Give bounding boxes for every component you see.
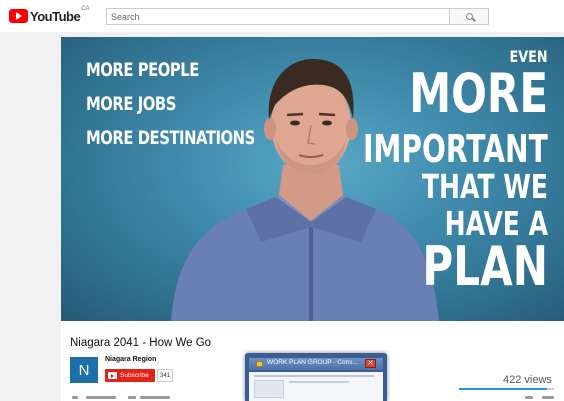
overlay-text-line	[289, 381, 349, 383]
left-gutter	[0, 32, 60, 401]
close-icon[interactable]: ✕	[365, 359, 376, 368]
youtube-logo[interactable]: YouTube CA	[9, 6, 90, 24]
top-bar: YouTube CA Search	[0, 0, 564, 32]
video-caption-line-2: MORE JOBS	[86, 93, 176, 115]
youtube-play-icon	[108, 372, 117, 379]
like-ratio-fill	[459, 388, 547, 390]
search-button[interactable]	[450, 8, 489, 25]
video-title: Niagara 2041 - How We Go	[70, 337, 212, 349]
logo-region: CA	[81, 6, 90, 12]
channel-name[interactable]: Niagara Region	[105, 356, 156, 363]
overlay-window-body	[249, 372, 383, 401]
logo-text: YouTube	[30, 8, 81, 24]
subscribe-button[interactable]: Subscribe	[105, 369, 155, 382]
folder-icon	[256, 361, 263, 367]
overlay-toolbar-line	[254, 375, 374, 377]
overlay-window-title: WORK PLAN GROUP - Cons...	[267, 359, 358, 366]
dislike-icon[interactable]	[542, 396, 554, 399]
subscribe-label: Subscribe	[120, 372, 149, 379]
video-caption-that-we: THAT WE	[421, 167, 548, 206]
like-icon[interactable]	[525, 396, 533, 399]
overlay-panel	[254, 380, 284, 398]
youtube-play-icon	[9, 9, 28, 23]
video-caption-important: IMPORTANT	[363, 127, 548, 171]
video-caption-plan: PLAN	[422, 235, 548, 298]
like-ratio-bar	[459, 388, 554, 390]
video-caption-more: MORE	[409, 62, 548, 125]
subscriber-count: 341	[157, 369, 173, 382]
action-label[interactable]	[140, 396, 170, 399]
search-input[interactable]: Search	[106, 8, 450, 25]
overlay-window[interactable]: WORK PLAN GROUP - Cons... ✕	[245, 353, 387, 401]
action-label[interactable]	[86, 396, 116, 399]
search-icon	[465, 13, 473, 20]
video-caption-line-1: MORE PEOPLE	[86, 59, 199, 81]
video-player[interactable]: MORE PEOPLE MORE JOBS MORE DESTINATIONS …	[61, 37, 564, 321]
video-caption-line-3: MORE DESTINATIONS	[86, 127, 255, 149]
view-count: 422 views	[503, 374, 552, 386]
add-icon[interactable]	[72, 396, 78, 399]
share-icon[interactable]	[128, 396, 136, 399]
channel-avatar[interactable]: N	[70, 357, 98, 383]
